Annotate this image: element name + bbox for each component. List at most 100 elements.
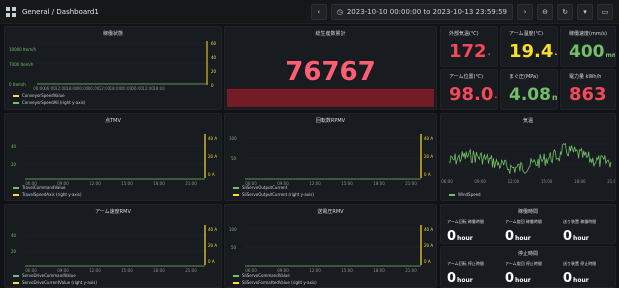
x-axis-tick: 15:00: [341, 268, 353, 273]
stat-value-wrap: 4.08m: [509, 85, 557, 105]
chart-legend: SliServoOutputCurrent SliServoOutputCurr…: [233, 185, 314, 197]
stat-unit: ·: [487, 50, 491, 59]
panel-title: 送電圧RMV: [317, 209, 344, 215]
x-axis-tick: 21:00: [405, 268, 417, 273]
runtime-unit: hour: [515, 235, 531, 242]
legend-label: ConveyorSpeedAll (right y-axis): [22, 100, 86, 105]
chart-legend: SliServoCommandValue SliServoFormattedVa…: [233, 273, 317, 285]
sparkline-area: [227, 89, 434, 107]
x-axis-tick: 21:00: [185, 181, 197, 186]
stat-unit: mm: [605, 52, 616, 59]
legend-item[interactable]: SliServoOutputCurrent (right y-axis): [233, 192, 314, 197]
y-right-tick: 40: [211, 55, 217, 60]
runtime-value: 0: [505, 229, 515, 244]
legend-label: ServoDriveCommandValue: [22, 273, 76, 278]
stop-time-value: 0: [563, 271, 573, 286]
stop-time-stat: アーム旋回 停止時間 0hour: [505, 261, 559, 286]
panel-title: 総生産数累計: [315, 31, 346, 37]
stat-value: 19.4: [509, 41, 554, 62]
back-icon[interactable]: ‹: [310, 4, 327, 20]
legend-item[interactable]: ServoDriveCurrentValue (right y-axis): [13, 280, 97, 285]
caret-down-icon[interactable]: ▾: [577, 4, 593, 20]
panel-title: 回転数RPMV: [315, 118, 346, 124]
chart-panel-e: 送電圧RMV 100 50 40 A 20 A 0 A 06:00 09:00 12…: [224, 204, 437, 288]
breadcrumb[interactable]: General / Dashboard1: [22, 8, 99, 16]
toolbar: ‹ ◷ 2023-10-10 00:00:00 to 2023-10-13 23…: [310, 4, 613, 20]
x-axis-tick: 12:00: [508, 179, 520, 184]
runtime-unit: hour: [457, 235, 473, 242]
y-left-tick: 100: [229, 136, 237, 141]
legend-item[interactable]: ServoDriveCommandValue: [13, 273, 97, 278]
chart-panel-c: 気温 06:00 09:00 12:00 15:00 18:00 21:00 WindSp…: [440, 113, 616, 201]
apps-icon[interactable]: [6, 6, 16, 17]
legend-item[interactable]: TravelSpeedAxis (right y-axis): [13, 192, 82, 197]
stat-panel: 稼働速度(mm/s) 400mm: [560, 26, 616, 67]
chart-panel-d: アーム速度RMV 40 20 40 A 20 A 0 A 06:00 09:00 1…: [4, 204, 222, 288]
stat-unit: ·: [494, 93, 498, 102]
chart-panel-a: 点TMV 40 20 40 A 20 A 0 A 06:00 09:00 12:00…: [4, 113, 222, 201]
chart-e-svg: 100 50 40 A 20 A 0 A 06:00 09:00 12:00 15:0…: [229, 225, 433, 273]
legend-label: ServoDriveCurrentValue (right y-axis): [22, 280, 97, 285]
legend-item[interactable]: TravelCommandValue: [13, 185, 82, 190]
stat-panel: まぐ圧(MPa) 4.08m: [500, 69, 558, 110]
x-axis-tick: 15:00: [121, 181, 133, 186]
y-right-tick: 20 A: [208, 154, 217, 159]
legend-label: TravelCommandValue: [22, 185, 66, 190]
stop-time-stat: アーム回転 停止時間 0hour: [447, 261, 501, 286]
x-axis-tick: 18:00: [373, 181, 385, 186]
x-axis-tick: 12:00: [89, 181, 101, 186]
legend-label: SliServoOutputCurrent (right y-axis): [242, 192, 314, 197]
zoom-out-icon[interactable]: ⊖: [537, 4, 553, 20]
panel-title: 停止時間: [517, 251, 538, 257]
chart-legend: TravelCommandValue TravelSpeedAxis (righ…: [13, 185, 82, 197]
stat-value-wrap: 172·: [449, 41, 491, 62]
y-left-tick: 40: [11, 144, 17, 149]
y-right-tick: 0 A: [208, 172, 215, 177]
stat-panel: 外部気温(℃) 172·: [440, 26, 498, 67]
runtime-stat: アーム回転 稼働時間 0hour: [447, 219, 501, 243]
y-right-tick: 0 A: [208, 259, 215, 264]
y-right-tick: 20 A: [208, 243, 217, 248]
y-left-tick: 40: [11, 233, 17, 238]
stat-value-wrap: 863: [569, 84, 608, 105]
stat-value: 98.0: [449, 84, 494, 105]
time-range-picker[interactable]: ◷ 2023-10-10 00:00:00 to 2023-10-13 23:5…: [330, 4, 513, 20]
total-production-value: 76767: [285, 57, 376, 87]
y-right-tick: 0: [211, 83, 214, 88]
y-left-tick: 10000 Item/h: [9, 47, 36, 52]
y-left-tick: 20: [11, 249, 17, 254]
forward-icon[interactable]: ›: [517, 4, 533, 20]
stat-unit: ·: [554, 50, 558, 59]
legend-item[interactable]: WindSpeed: [449, 192, 481, 197]
y-right-tick: 20 A: [424, 243, 433, 248]
panel-title: 気温: [522, 118, 533, 124]
x-axis-tick: 06:00: [441, 179, 453, 184]
legend-item[interactable]: SliServoCommandValue: [233, 273, 317, 278]
legend-item[interactable]: SliServoFormattedValue (right y-axis): [233, 280, 317, 285]
stat-title: 外部気温(℃): [449, 31, 479, 37]
stop-time-unit: hour: [515, 277, 531, 284]
stat-value: 172: [449, 41, 487, 62]
legend-item[interactable]: ConveyorSpeedValue: [13, 93, 85, 98]
legend-label: WindSpeed: [458, 192, 481, 197]
x-axis-tick: 21:00: [185, 268, 197, 273]
y-right-tick: 0 A: [424, 259, 431, 264]
legend-item[interactable]: ConveyorSpeedAll (right y-axis): [13, 100, 85, 105]
legend-label: ConveyorSpeedValue: [22, 93, 65, 98]
chart-legend: ServoDriveCommandValue ServoDriveCurrent…: [13, 273, 97, 285]
y-right-tick: 40 A: [424, 136, 433, 141]
stat-panel: アーム温度(℃) 19.4·: [500, 26, 558, 67]
stat-value: 4.08: [509, 85, 551, 105]
x-axis-tick: 21:00: [405, 181, 417, 186]
y-right-tick: 20 A: [424, 154, 433, 159]
top-bar: General / Dashboard1 ‹ ◷ 2023-10-10 00:0…: [0, 0, 619, 24]
stop-time-value: 0: [447, 271, 457, 286]
monitor-icon[interactable]: ▭: [597, 4, 613, 20]
y-left-tick: 100: [229, 227, 237, 232]
stat-title: 電力量 kWh/h: [569, 74, 602, 80]
y-right-tick: 60: [211, 41, 217, 46]
x-axis-tick: 15:00: [341, 181, 353, 186]
operation-status-panel: 稼働状態 10000 Item/h 7000 Item/h 0 Item/h 6…: [4, 26, 222, 110]
refresh-icon[interactable]: ↻: [557, 4, 573, 20]
legend-item[interactable]: SliServoOutputCurrent: [233, 185, 314, 190]
